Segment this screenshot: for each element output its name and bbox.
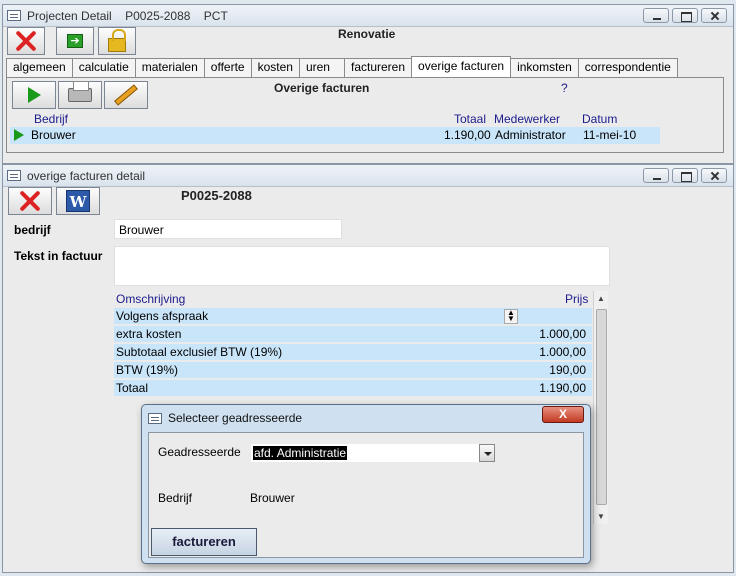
- chevron-down-icon[interactable]: [479, 444, 495, 462]
- col-bedrijf: Bedrijf: [34, 112, 69, 126]
- grid-header-prijs: Prijs: [565, 292, 589, 306]
- main-window-title: Projecten Detail P0025-2088 PCT: [27, 9, 238, 23]
- geadresseerde-label: Geadresseerde: [158, 445, 241, 459]
- tab-correspondentie[interactable]: correspondentie: [577, 58, 678, 77]
- tab-materialen[interactable]: materialen: [134, 58, 205, 77]
- geadresseerde-select[interactable]: afd. Administratie: [251, 444, 495, 462]
- grid-prijs: 1.190,00: [539, 381, 586, 395]
- row-bedrijf: Brouwer: [31, 128, 76, 142]
- red-x-icon: [17, 190, 43, 212]
- project-heading: Renovatie: [338, 27, 396, 41]
- row-totaal: 1.190,00: [444, 128, 491, 142]
- tab-calculatie[interactable]: calculatie: [71, 58, 136, 77]
- grid-omschrijving: Volgens afspraak: [116, 309, 209, 323]
- tab-uren[interactable]: uren: [298, 58, 345, 77]
- close-window-button[interactable]: [701, 8, 727, 23]
- grid-omschrijving: extra kosten: [116, 327, 182, 341]
- scroll-up-icon[interactable]: ▲: [597, 294, 605, 303]
- grid-header-omschrijving: Omschrijving: [116, 292, 186, 306]
- grid-omschrijving: Totaal: [116, 381, 149, 395]
- dialog-close-button[interactable]: X: [542, 406, 584, 423]
- dialog-titlebar: Selecteer geadresseerde: [148, 411, 302, 425]
- col-totaal: Totaal: [454, 112, 487, 126]
- word-icon: W: [66, 190, 90, 212]
- dialog-body: Geadresseerde afd. Administratie Bedrijf…: [148, 432, 584, 558]
- main-titlebar: Projecten Detail P0025-2088 PCT: [3, 5, 733, 27]
- dialog-bedrijf-label: Bedrijf: [158, 491, 193, 505]
- edit-button[interactable]: [104, 81, 148, 109]
- geadresseerde-value: afd. Administratie: [253, 446, 348, 460]
- print-button[interactable]: [58, 81, 102, 109]
- grid-row[interactable]: Totaal 1.190,00: [114, 380, 592, 397]
- tab-factureren[interactable]: factureren: [343, 58, 413, 77]
- title-part-2: P0025-2088: [125, 8, 191, 23]
- scroll-thumb[interactable]: [596, 309, 607, 505]
- window-icon: [7, 170, 21, 181]
- grid-row[interactable]: extra kosten 1.000,00: [114, 326, 592, 343]
- word-button[interactable]: W: [56, 187, 100, 215]
- maximize-button[interactable]: [672, 8, 698, 23]
- lock-icon: [108, 29, 126, 52]
- row-pointer-icon: [14, 129, 24, 141]
- green-arrow-icon: ➔: [67, 34, 83, 48]
- grid-row[interactable]: Volgens afspraak ▲ ▼: [114, 308, 592, 325]
- play-icon: [27, 87, 41, 103]
- tab-bar: algemeen calculatie materialen offerte k…: [6, 56, 678, 77]
- grid-prijs: 1.000,00: [539, 327, 586, 341]
- lock-button[interactable]: [98, 27, 136, 55]
- red-x-icon: [13, 30, 39, 52]
- tekst-label: Tekst in factuur: [14, 249, 103, 263]
- help-link[interactable]: ?: [561, 81, 568, 95]
- grid-row[interactable]: BTW (19%) 190,00: [114, 362, 592, 379]
- section-title: Overige facturen: [274, 81, 370, 95]
- delete-detail-button[interactable]: [8, 187, 52, 215]
- scroll-down-icon[interactable]: ▼: [597, 512, 605, 521]
- minimize-button[interactable]: [643, 168, 669, 183]
- grid-prijs: 1.000,00: [539, 345, 586, 359]
- grid-scrollbar[interactable]: ▲ ▼: [593, 291, 608, 524]
- project-code: P0025-2088: [181, 188, 252, 203]
- window-icon: [148, 412, 162, 424]
- tab-offerte[interactable]: offerte: [203, 58, 252, 77]
- grid-omschrijving: Subtotaal exclusief BTW (19%): [116, 345, 283, 359]
- tekst-field[interactable]: [114, 246, 610, 286]
- dialog-title: Selecteer geadresseerde: [168, 411, 303, 425]
- minimize-button[interactable]: [643, 8, 669, 23]
- title-part-1: Projecten Detail: [27, 8, 112, 23]
- bedrijf-field[interactable]: Brouwer: [114, 219, 342, 239]
- detail-window-title: overige facturen detail: [27, 168, 146, 183]
- dialog-bedrijf-value: Brouwer: [250, 491, 295, 505]
- selecteer-dialog: Selecteer geadresseerde X Geadresseerde …: [141, 404, 591, 564]
- window-icon: [7, 10, 21, 21]
- detail-titlebar: overige facturen detail: [3, 165, 733, 187]
- spinner-icon[interactable]: ▲ ▼: [504, 309, 518, 324]
- tab-overige-facturen[interactable]: overige facturen: [411, 56, 512, 77]
- grid-row[interactable]: Subtotaal exclusief BTW (19%) 1.000,00: [114, 344, 592, 361]
- maximize-button[interactable]: [672, 168, 698, 183]
- grid-prijs: 190,00: [549, 363, 586, 377]
- pencil-icon: [114, 84, 138, 106]
- printer-icon: [68, 81, 92, 102]
- close-window-button[interactable]: [701, 168, 727, 183]
- delete-button[interactable]: [7, 27, 45, 55]
- bedrijf-label: bedrijf: [14, 223, 51, 237]
- grid-omschrijving: BTW (19%): [116, 363, 179, 377]
- open-button[interactable]: [12, 81, 56, 109]
- export-button[interactable]: ➔: [56, 27, 94, 55]
- factureren-button[interactable]: factureren: [151, 528, 257, 556]
- tab-inkomsten[interactable]: inkomsten: [510, 58, 579, 77]
- col-medewerker: Medewerker: [494, 112, 561, 126]
- tab-algemeen[interactable]: algemeen: [6, 58, 73, 77]
- row-datum: 11-mei-10: [583, 128, 637, 142]
- title-part-3: PCT: [203, 8, 228, 23]
- row-medewerker: Administrator: [495, 128, 566, 142]
- tab-kosten[interactable]: kosten: [250, 58, 300, 77]
- col-datum: Datum: [582, 112, 618, 126]
